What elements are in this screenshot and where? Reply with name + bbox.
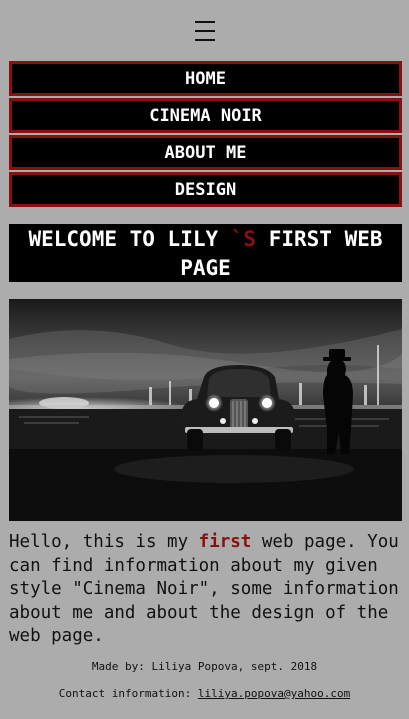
nav-item-design[interactable]: DESIGN: [9, 172, 402, 207]
footer-made-by: Made by: Liliya Popova, sept. 2018: [91, 660, 318, 673]
contact-label: Contact information:: [58, 687, 198, 700]
noir-car-city-night-photo: [9, 299, 402, 521]
nav-item-cinema-noir[interactable]: CINEMA NOIR: [9, 98, 402, 133]
intro-paragraph: Hello, this is my first web page. You ca…: [9, 531, 402, 649]
email-link[interactable]: liliya.popova@yahoo.com: [198, 687, 350, 700]
title-text-accent: `S: [230, 227, 257, 251]
nav-item-home[interactable]: HOME: [9, 61, 402, 96]
title-text-before: WELCOME TO LILY: [28, 227, 231, 251]
menu-bar: [195, 39, 215, 41]
main-navigation: HOME CINEMA NOIR ABOUT ME DESIGN: [9, 61, 402, 207]
menu-bar: [195, 21, 215, 23]
intro-highlight: first: [198, 532, 252, 552]
page-title: WELCOME TO LILY `S FIRST WEB PAGE: [9, 224, 402, 282]
hamburger-menu-icon[interactable]: [195, 21, 215, 41]
intro-text-before: Hello, this is my: [9, 532, 199, 552]
footer-contact: Contact information: liliya.popova@yahoo…: [0, 687, 409, 700]
nav-item-about-me[interactable]: ABOUT ME: [9, 135, 402, 170]
menu-bar: [195, 30, 215, 32]
photo-illustration: [9, 299, 402, 521]
